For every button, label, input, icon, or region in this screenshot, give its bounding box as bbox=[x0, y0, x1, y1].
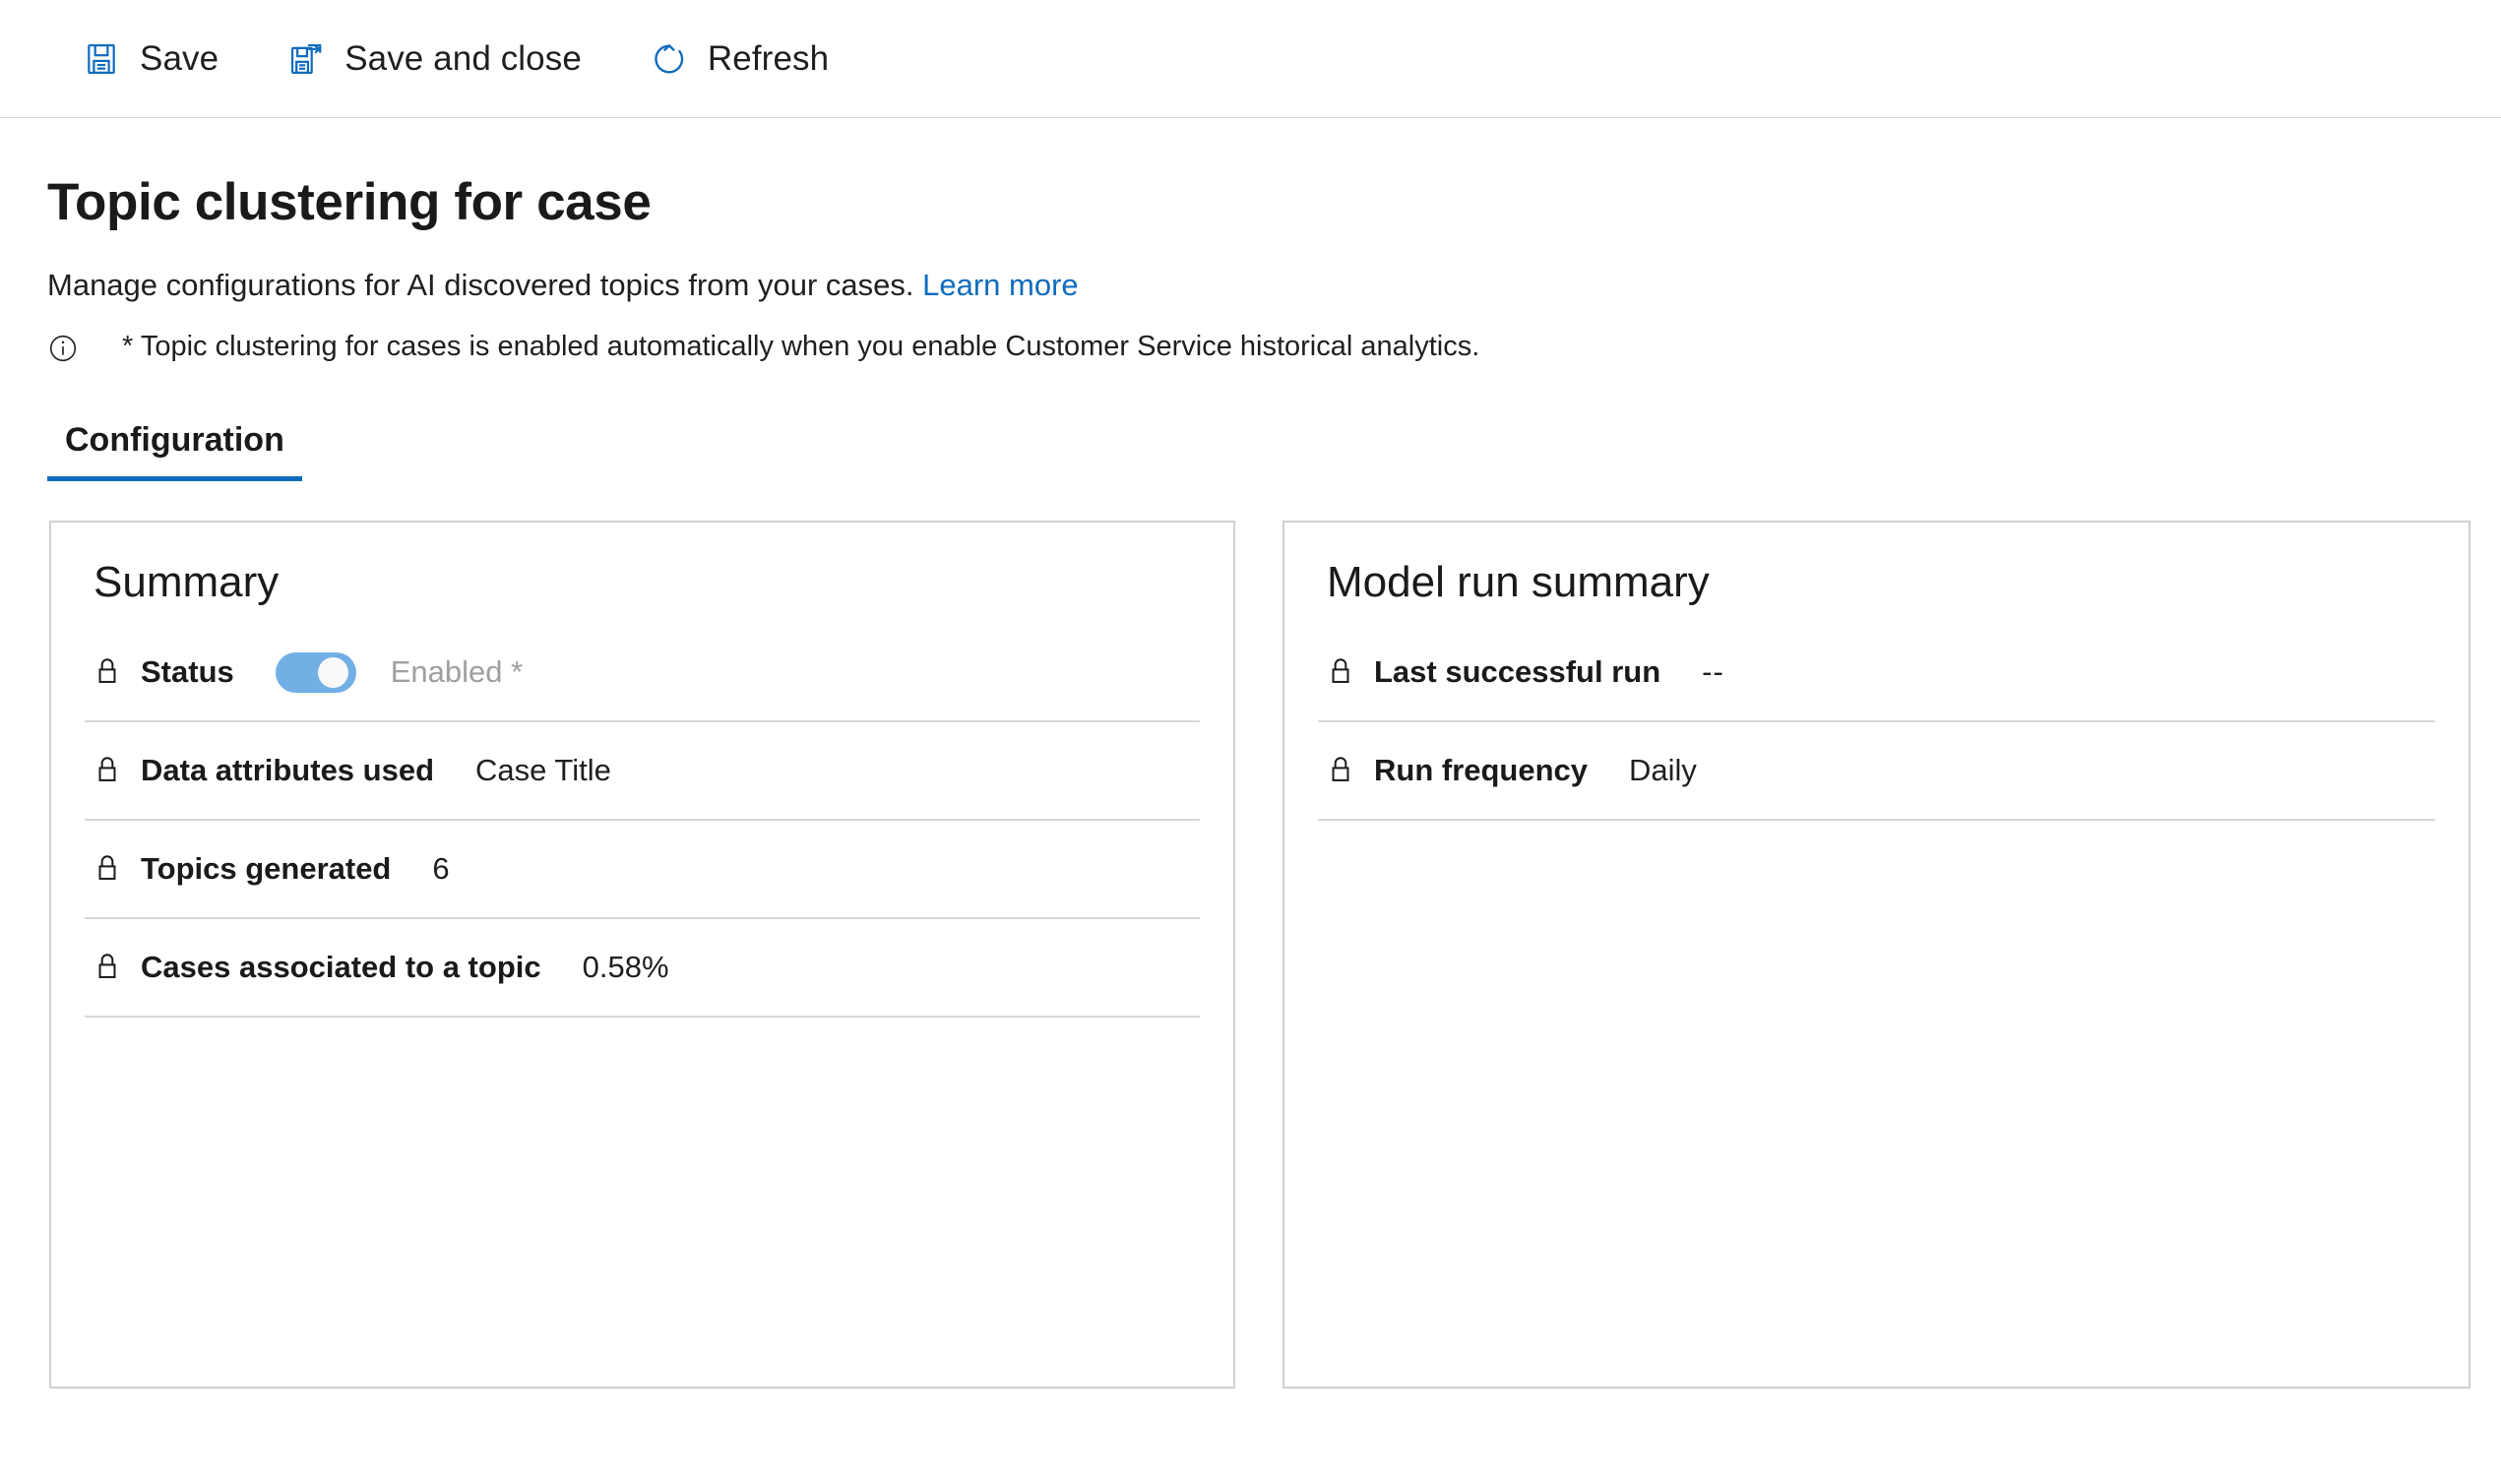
cards-container: Summary Status Enabled * Data attributes… bbox=[49, 521, 2501, 1390]
lock-icon bbox=[94, 754, 123, 787]
lock-icon bbox=[1327, 754, 1356, 787]
data-attributes-label: Data attributes used bbox=[141, 753, 435, 788]
page-subtitle: Manage configurations for AI discovered … bbox=[47, 267, 2501, 303]
page-title: Topic clustering for case bbox=[47, 173, 652, 231]
save-icon bbox=[81, 38, 122, 80]
save-button[interactable]: Save bbox=[69, 27, 244, 92]
cases-associated-label: Cases associated to a topic bbox=[141, 950, 541, 985]
save-button-label: Save bbox=[140, 38, 219, 78]
tab-configuration-label: Configuration bbox=[65, 421, 284, 460]
tab-configuration[interactable]: Configuration bbox=[47, 411, 302, 482]
run-frequency-value: Daily bbox=[1629, 753, 1697, 788]
model-run-field-list: Last successful run -- Run frequency Dai… bbox=[1318, 624, 2435, 822]
status-toggle[interactable] bbox=[275, 651, 356, 693]
save-and-close-icon bbox=[285, 38, 327, 80]
summary-field-list: Status Enabled * Data attributes used Ca… bbox=[85, 624, 1200, 1019]
refresh-icon bbox=[649, 38, 690, 80]
last-successful-run-label: Last successful run bbox=[1374, 654, 1661, 690]
last-successful-run-value: -- bbox=[1702, 654, 1724, 690]
topics-generated-value: 6 bbox=[432, 851, 450, 887]
data-attributes-row: Data attributes used Case Title bbox=[85, 722, 1200, 822]
status-toggle-knob bbox=[317, 656, 348, 688]
model-run-card-title: Model run summary bbox=[1327, 558, 1710, 607]
topics-generated-row: Topics generated 6 bbox=[85, 821, 1200, 920]
page-subtitle-text: Manage configurations for AI discovered … bbox=[47, 268, 914, 303]
status-label: Status bbox=[141, 654, 234, 690]
lock-icon bbox=[94, 852, 123, 886]
cases-associated-row: Cases associated to a topic 0.58% bbox=[85, 919, 1200, 1019]
command-bar: Save Save and close Refresh bbox=[0, 0, 2501, 118]
run-frequency-label: Run frequency bbox=[1374, 753, 1589, 788]
summary-card: Summary Status Enabled * Data attributes… bbox=[49, 521, 1235, 1390]
save-and-close-button-label: Save and close bbox=[344, 38, 582, 78]
topics-generated-label: Topics generated bbox=[141, 851, 392, 887]
refresh-button[interactable]: Refresh bbox=[637, 27, 854, 92]
learn-more-link[interactable]: Learn more bbox=[922, 268, 1079, 302]
status-row: Status Enabled * bbox=[85, 624, 1200, 723]
last-successful-run-row: Last successful run -- bbox=[1318, 624, 2435, 723]
info-icon bbox=[47, 333, 79, 364]
status-toggle-text: Enabled * bbox=[390, 654, 524, 690]
run-frequency-row: Run frequency Daily bbox=[1318, 722, 2435, 822]
model-run-summary-card: Model run summary Last successful run -- bbox=[1282, 521, 2470, 1390]
lock-icon bbox=[94, 655, 123, 689]
info-notice: * Topic clustering for cases is enabled … bbox=[47, 330, 2501, 364]
lock-icon bbox=[1327, 655, 1356, 689]
lock-icon bbox=[94, 951, 123, 984]
summary-card-title: Summary bbox=[94, 558, 280, 607]
save-and-close-button[interactable]: Save and close bbox=[274, 27, 607, 92]
data-attributes-value: Case Title bbox=[475, 753, 611, 788]
cases-associated-value: 0.58% bbox=[582, 950, 669, 985]
page-body: Topic clustering for case Manage configu… bbox=[0, 173, 2501, 1390]
info-notice-text: * Topic clustering for cases is enabled … bbox=[122, 331, 1480, 363]
tab-strip: Configuration bbox=[47, 411, 2501, 482]
refresh-button-label: Refresh bbox=[707, 38, 830, 78]
